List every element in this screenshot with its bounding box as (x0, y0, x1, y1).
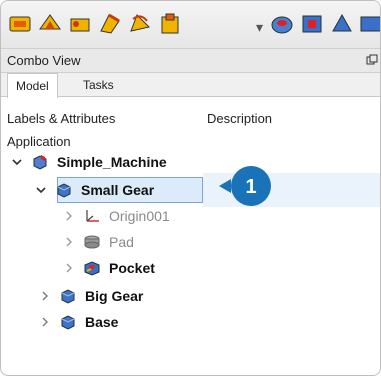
tree-item-small-gear[interactable]: Small Gear (35, 179, 154, 201)
tree-header: Labels & Attributes Description (1, 101, 380, 129)
callout-number: 1 (245, 176, 256, 198)
chevron-right-icon[interactable] (63, 210, 75, 222)
subtractive-shape-icon[interactable] (269, 11, 295, 37)
chevron-right-icon[interactable] (39, 290, 51, 302)
pad-icon (84, 235, 100, 249)
body-icon (61, 315, 75, 330)
pocket-icon[interactable] (299, 11, 325, 37)
tree-item-base[interactable]: Base (39, 311, 118, 333)
assembly-icon (33, 155, 47, 170)
additive-loft-icon[interactable] (37, 11, 63, 37)
callout-marker: 1 (219, 166, 271, 206)
chevron-down-icon[interactable] (35, 184, 47, 196)
chevron-down-icon[interactable] (11, 156, 23, 168)
float-panel-icon[interactable] (366, 54, 378, 66)
groove-icon[interactable] (329, 11, 355, 37)
part-design-icon[interactable] (7, 11, 33, 37)
body-icon (57, 183, 71, 198)
dropdown-arrow-icon[interactable]: ▾ (256, 19, 263, 36)
tree-item-label: Pad (109, 234, 134, 250)
tree-item-pocket[interactable]: Pocket (63, 257, 155, 279)
tab-model[interactable]: Model (7, 73, 58, 98)
tree-item-label: Big Gear (85, 288, 144, 304)
body-icon (61, 289, 75, 304)
additive-wedge-icon[interactable] (127, 11, 153, 37)
tree-item-label: Pocket (109, 260, 155, 276)
tree-item-simple-machine[interactable]: Simple_Machine (11, 151, 167, 173)
chevron-right-icon[interactable] (39, 316, 51, 328)
tree-item-label: Base (85, 314, 119, 330)
tree-item-pad[interactable]: Pad (63, 231, 134, 253)
combo-view-title: Combo View (7, 53, 81, 68)
additive-box-icon[interactable] (157, 11, 183, 37)
origin-axes-icon (86, 210, 99, 222)
column-labels-attributes[interactable]: Labels & Attributes (7, 111, 115, 126)
tree-item-origin001[interactable]: Origin001 (63, 205, 170, 227)
tree-item-label: Simple_Machine (57, 154, 167, 170)
chevron-right-icon[interactable] (63, 236, 75, 248)
combo-view-header: Combo View (1, 49, 380, 73)
additive-pipe-icon[interactable] (67, 11, 93, 37)
tab-bar: Model Tasks (1, 73, 380, 98)
pocket-icon (84, 261, 100, 276)
freecad-panel: ▾ Combo View Model Tasks Labels & Attrib… (0, 0, 381, 376)
section-application: Application (7, 134, 71, 149)
tree-item-big-gear[interactable]: Big Gear (39, 285, 143, 307)
column-description[interactable]: Description (207, 111, 272, 126)
hole-icon[interactable] (359, 11, 381, 37)
tree-item-label: Small Gear (81, 182, 155, 198)
tab-tasks[interactable]: Tasks (75, 73, 122, 97)
tree-item-label: Origin001 (109, 208, 170, 224)
chevron-right-icon[interactable] (63, 262, 75, 274)
toolbar: ▾ (1, 1, 381, 49)
additive-helix-icon[interactable] (97, 11, 123, 37)
